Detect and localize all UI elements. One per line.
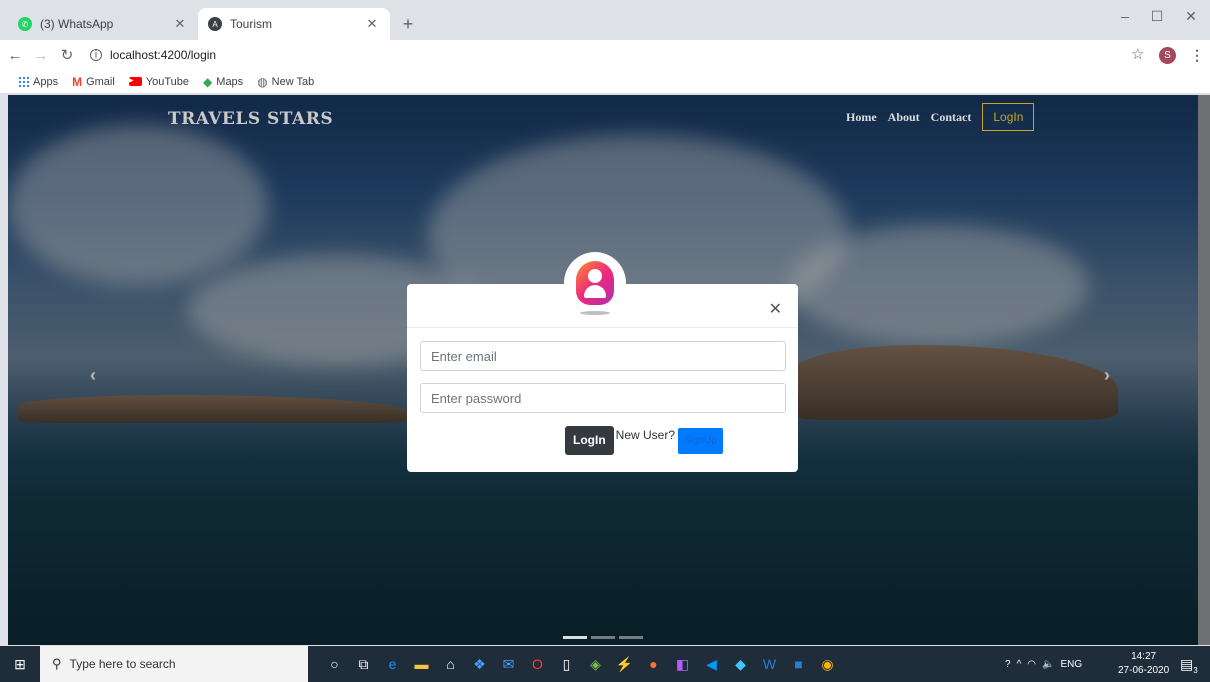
bookmark-maps[interactable]: ◆ Maps: [203, 75, 243, 89]
url-text: localhost:4200/login: [110, 48, 217, 62]
bookmark-label: New Tab: [271, 75, 315, 88]
bookmark-youtube[interactable]: ▶ YouTube: [128, 75, 190, 88]
close-icon[interactable]: ✕: [172, 16, 188, 32]
notification-count: 3: [1193, 665, 1198, 675]
nav-login-button[interactable]: LogIn: [982, 103, 1035, 131]
reload-icon[interactable]: ↻: [56, 46, 78, 64]
globe-icon: ◍: [257, 74, 268, 89]
user-avatar-icon: [576, 261, 614, 305]
search-placeholder: Type here to search: [69, 657, 176, 671]
site-brand[interactable]: TRAVELS STARS: [168, 109, 333, 129]
browser-tab-strip: ✆ (3) WhatsApp ✕ A Tourism ✕ + – ☐ ✕: [0, 0, 1210, 40]
close-icon[interactable]: ✕: [769, 299, 782, 319]
app-purple-icon[interactable]: ◧: [668, 656, 697, 673]
opera-icon[interactable]: O: [523, 656, 552, 672]
carousel-indicator[interactable]: [563, 636, 587, 639]
menu-kebab-icon[interactable]: ⋮: [1190, 47, 1204, 64]
bookmark-label: Gmail: [86, 75, 115, 88]
carousel-indicator[interactable]: [591, 636, 615, 639]
carousel-indicator[interactable]: [619, 636, 643, 639]
vscode-icon[interactable]: ◀: [697, 656, 726, 673]
notification-icon[interactable]: ▤3: [1180, 656, 1198, 675]
bookmark-label: Maps: [216, 75, 244, 88]
youtube-icon: ▶: [128, 77, 142, 86]
modal-actions: LogIn New User? SignUp: [565, 426, 723, 455]
profile-avatar[interactable]: S: [1159, 47, 1176, 64]
page-scrollbar[interactable]: [1198, 95, 1210, 645]
notepad-icon[interactable]: ▯: [552, 656, 581, 673]
tab-whatsapp[interactable]: ✆ (3) WhatsApp ✕: [8, 8, 198, 40]
signup-button[interactable]: SignUp: [678, 427, 723, 454]
email-input[interactable]: [420, 341, 786, 371]
back-icon[interactable]: ←: [4, 47, 26, 64]
apps-grid-icon: [18, 76, 29, 87]
cortana-icon[interactable]: ○: [320, 656, 349, 672]
app-blue-icon[interactable]: ■: [784, 656, 813, 672]
login-button[interactable]: LogIn: [565, 426, 614, 455]
carousel-indicators: [563, 636, 647, 639]
bookmark-label: YouTube: [145, 75, 190, 88]
bookmarks-bar: Apps M Gmail ▶ YouTube ◆ Maps ◍ New Tab: [0, 70, 1210, 94]
word-icon[interactable]: W: [755, 656, 784, 672]
tab-tourism[interactable]: A Tourism ✕: [198, 8, 390, 40]
app-diamond-icon[interactable]: ◆: [726, 656, 755, 673]
window-close-icon[interactable]: ✕: [1176, 8, 1206, 25]
gmail-icon: M: [72, 74, 83, 89]
carousel-next-icon[interactable]: ›: [1104, 365, 1110, 386]
taskbar-search[interactable]: ⚲ Type here to search: [40, 646, 308, 682]
chevron-up-icon[interactable]: ^: [1017, 659, 1022, 670]
whatsapp-icon: ✆: [18, 17, 32, 31]
bookmark-label: Apps: [33, 75, 59, 88]
search-icon: ⚲: [52, 656, 62, 671]
file-explorer-icon[interactable]: ▬: [407, 656, 436, 672]
taskbar-apps: ○ ⧉ e ▬ ⌂ ❖ ✉ O ▯ ◈ ⚡ ● ◧ ◀ ◆ W ■ ◉: [320, 656, 842, 673]
wifi-icon[interactable]: ◠: [1027, 659, 1036, 670]
site-nav: Home About Contact LogIn: [846, 103, 1035, 131]
nav-about[interactable]: About: [888, 110, 920, 125]
edge-icon[interactable]: e: [378, 656, 407, 672]
info-icon[interactable]: i: [90, 49, 102, 61]
bookmark-new-tab[interactable]: ◍ New Tab: [257, 75, 314, 89]
carousel-prev-icon[interactable]: ‹: [90, 365, 96, 386]
password-input[interactable]: [420, 383, 786, 413]
clock-time: 14:27: [1131, 651, 1157, 662]
tab-title: Tourism: [230, 17, 273, 31]
mail-icon[interactable]: ✉: [494, 656, 523, 673]
nav-home[interactable]: Home: [846, 110, 877, 125]
forward-icon[interactable]: →: [30, 47, 52, 64]
bolt-icon[interactable]: ⚡: [610, 656, 639, 673]
new-user-text: New User?: [615, 427, 676, 442]
browser-toolbar: ← → ↻ i localhost:4200/login ☆: [0, 40, 1210, 70]
taskbar-clock[interactable]: 14:27 27-06-2020: [1118, 650, 1169, 678]
windows-start-icon[interactable]: ⊞: [0, 656, 40, 673]
chrome-icon[interactable]: ◉: [813, 656, 842, 673]
minimize-icon[interactable]: –: [1110, 8, 1140, 24]
language-indicator[interactable]: ENG: [1060, 659, 1082, 670]
close-icon[interactable]: ✕: [364, 16, 380, 32]
maps-icon: ◆: [203, 74, 213, 89]
avatar-shadow: [580, 311, 610, 315]
maximize-icon[interactable]: ☐: [1142, 8, 1172, 25]
bookmark-gmail[interactable]: M Gmail: [72, 75, 115, 89]
tab-title: (3) WhatsApp: [40, 17, 114, 31]
windows-taskbar: ⊞ ⚲ Type here to search ○ ⧉ e ▬ ⌂ ❖ ✉ O …: [0, 646, 1210, 682]
clock-date: 27-06-2020: [1118, 665, 1170, 676]
system-tray: ? ^ ◠ 🔈 ENG: [1005, 646, 1088, 682]
task-view-icon[interactable]: ⧉: [349, 656, 378, 673]
angular-icon: A: [208, 17, 222, 31]
app-green-icon[interactable]: ◈: [581, 656, 610, 673]
firefox-icon[interactable]: ●: [639, 656, 668, 672]
store-icon[interactable]: ⌂: [436, 656, 465, 672]
help-icon[interactable]: ?: [1005, 659, 1011, 670]
new-tab-button[interactable]: +: [398, 14, 418, 34]
volume-icon[interactable]: 🔈: [1042, 659, 1054, 670]
address-bar[interactable]: i localhost:4200/login: [90, 44, 1120, 66]
nav-contact[interactable]: Contact: [931, 110, 972, 125]
bookmark-star-icon[interactable]: ☆: [1131, 45, 1144, 63]
dropbox-icon[interactable]: ❖: [465, 656, 494, 673]
bookmark-apps[interactable]: Apps: [18, 76, 58, 88]
avatar: [564, 252, 626, 314]
